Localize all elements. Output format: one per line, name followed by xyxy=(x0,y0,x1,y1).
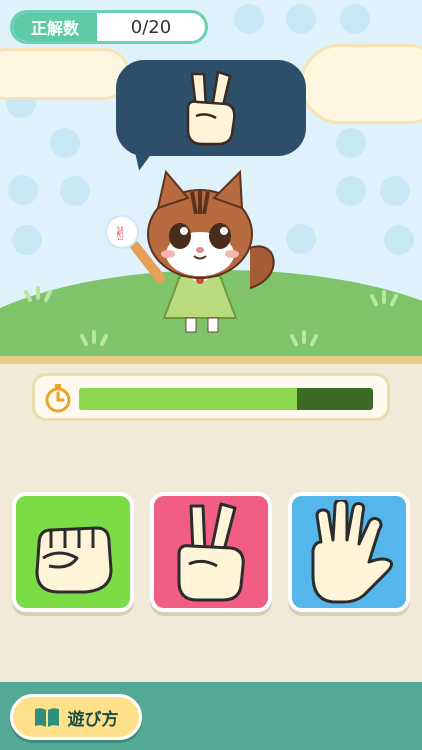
book-icon xyxy=(34,708,59,727)
background-dot xyxy=(286,4,316,34)
cat-character: ✌ xyxy=(105,169,275,333)
score-label: 正解数 xyxy=(13,13,97,41)
background-dot xyxy=(286,224,316,254)
timer-bar-fill xyxy=(79,388,297,410)
background-dot xyxy=(336,176,366,206)
rock-button[interactable] xyxy=(12,492,134,612)
timer-panel xyxy=(32,373,390,421)
background-dot xyxy=(340,4,370,34)
how-to-play-label: 遊び方 xyxy=(67,709,119,730)
background-dot xyxy=(8,175,38,205)
speech-bubble xyxy=(116,60,306,156)
background-dot xyxy=(234,4,264,34)
background-dot xyxy=(50,128,80,158)
background-dot xyxy=(12,225,42,255)
ground-edge xyxy=(0,356,422,364)
scissors-button[interactable] xyxy=(150,492,272,612)
paper-button[interactable] xyxy=(288,492,410,612)
scene-background: ✌ xyxy=(0,0,422,360)
scissors-hand-icon xyxy=(186,70,236,146)
score-counter: 正解数 0/20 xyxy=(10,10,208,44)
background-dot xyxy=(384,225,414,255)
svg-text:✌: ✌ xyxy=(113,224,128,245)
scissors-hand-icon xyxy=(177,502,245,602)
stopwatch-icon xyxy=(45,384,71,413)
how-to-play-button[interactable]: 遊び方 xyxy=(10,694,142,740)
background-dot xyxy=(336,128,366,158)
background-dot xyxy=(380,176,410,206)
timer-bar xyxy=(79,388,373,410)
fist-hand-icon xyxy=(35,526,113,594)
score-value: 0/20 xyxy=(130,16,172,38)
footer-bar: 遊び方 xyxy=(0,682,422,750)
cloud xyxy=(300,44,422,124)
cloud xyxy=(0,48,130,100)
background-dot xyxy=(60,176,90,206)
open-hand-icon xyxy=(311,500,393,604)
